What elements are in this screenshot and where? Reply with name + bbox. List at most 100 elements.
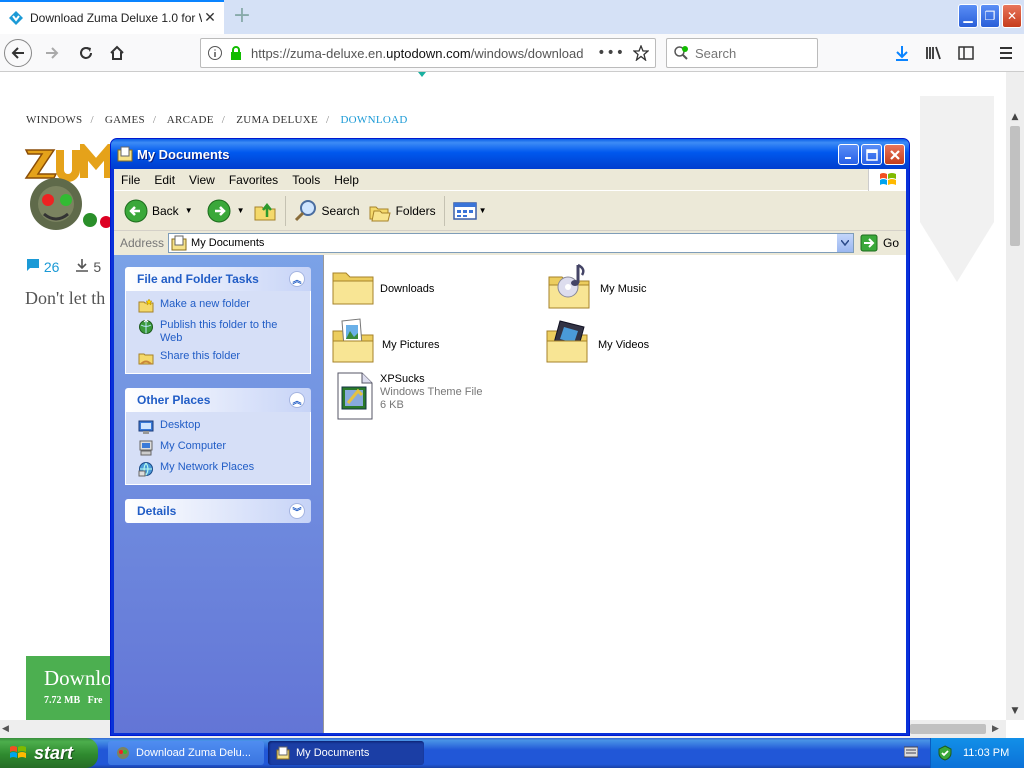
breadcrumb-arcade[interactable]: ARCADE: [167, 114, 214, 126]
expand-chevron-icon[interactable]: ︾: [289, 503, 305, 519]
address-input[interactable]: My Documents: [168, 233, 855, 253]
explorer-minimize-button[interactable]: [838, 144, 859, 165]
hamburger-menu-icon[interactable]: [996, 43, 1016, 63]
browser-tab[interactable]: Download Zuma Deluxe 1.0 for Windows ✕: [0, 0, 224, 34]
toolbar-separator: [443, 195, 445, 226]
file-xpsucks[interactable]: XPSucks Windows Theme File 6 KB: [336, 371, 483, 421]
my-computer-link[interactable]: My Computer: [138, 440, 302, 456]
restore-button[interactable]: ❐: [980, 4, 1000, 28]
windows-logo-icon: [868, 169, 906, 191]
security-shield-icon[interactable]: [937, 745, 953, 761]
search-button[interactable]: Search: [290, 194, 364, 228]
make-new-folder-link[interactable]: Make a new folder: [138, 298, 302, 314]
zuma-logo-icon: [24, 144, 112, 230]
globe-publish-icon: [139, 319, 153, 334]
menu-edit[interactable]: Edit: [147, 173, 182, 187]
menu-tools[interactable]: Tools: [285, 173, 327, 187]
library-icon[interactable]: [924, 43, 944, 63]
menu-favorites[interactable]: Favorites: [222, 173, 285, 187]
share-folder-icon: [138, 353, 154, 365]
menu-file[interactable]: File: [114, 173, 147, 187]
folders-button[interactable]: Folders: [364, 194, 440, 228]
views-dropdown-icon[interactable]: ▼: [479, 206, 487, 215]
tab-close-icon[interactable]: ✕: [202, 10, 218, 26]
page-tagline: Don't let th: [25, 288, 106, 308]
windows-flag-icon: [10, 746, 26, 758]
forward-arrow-icon[interactable]: [38, 39, 66, 67]
start-button[interactable]: start: [0, 738, 98, 768]
share-folder-link[interactable]: Share this folder: [138, 350, 302, 366]
explorer-maximize-button[interactable]: [861, 144, 882, 165]
go-button[interactable]: Go: [860, 234, 899, 252]
details-header[interactable]: Details ︾: [125, 499, 311, 523]
taskbar-item-browser[interactable]: Download Zuma Delu...: [108, 741, 264, 765]
breadcrumb-windows[interactable]: WINDOWS: [26, 114, 82, 126]
file-folder-tasks-header[interactable]: File and Folder Tasks ︽: [125, 267, 311, 291]
my-documents-task-icon: [276, 746, 290, 760]
horizontal-scroll-thumb[interactable]: [910, 724, 986, 734]
desktop-icon: [138, 420, 154, 434]
keyboard-icon[interactable]: [904, 746, 918, 758]
breadcrumb-games[interactable]: GAMES: [105, 114, 145, 126]
views-button[interactable]: ▼: [449, 194, 491, 228]
folder-my-videos[interactable]: My Videos: [546, 317, 649, 363]
folders-icon: [369, 206, 391, 221]
folder-downloads[interactable]: Downloads: [332, 267, 434, 305]
folder-my-pictures[interactable]: My Pictures: [332, 317, 439, 363]
explorer-window: My Documents File Edit View Favorites To…: [110, 138, 910, 736]
info-icon[interactable]: [207, 45, 223, 61]
music-folder-icon: [548, 263, 590, 309]
download-icon[interactable]: [892, 43, 912, 63]
reload-icon[interactable]: [72, 39, 100, 67]
download-count-icon: [76, 259, 89, 272]
folder-my-music[interactable]: My Music: [548, 263, 646, 309]
scroll-right-icon[interactable]: ▶: [992, 720, 999, 738]
views-icon: [452, 201, 477, 220]
url-bar[interactable]: https://zuma-deluxe.en.uptodown.com/wind…: [200, 38, 656, 68]
back-arrow-icon[interactable]: [4, 39, 32, 67]
menu-view[interactable]: View: [182, 173, 222, 187]
breadcrumb: WINDOWS / GAMES / ARCADE / ZUMA DELUXE / DOW…: [26, 114, 408, 126]
up-folder-button[interactable]: [249, 194, 281, 228]
address-label: Address: [120, 236, 165, 250]
forward-dropdown-icon[interactable]: ▼: [237, 206, 245, 215]
address-dropdown-icon[interactable]: [836, 234, 854, 252]
back-button[interactable]: Back ▼: [120, 194, 197, 228]
dropdown-caret-icon: [418, 72, 426, 77]
download-button[interactable]: Download 7.72 MB Fre: [26, 656, 132, 720]
collapse-chevron-icon[interactable]: ︽: [289, 392, 305, 408]
my-network-places-link[interactable]: My Network Places: [138, 461, 302, 477]
clock[interactable]: 11:03 PM: [963, 747, 1009, 759]
explorer-close-button[interactable]: [884, 144, 905, 165]
page-vertical-scrollbar[interactable]: ▲ ▼: [1006, 72, 1024, 720]
desktop-link[interactable]: Desktop: [138, 419, 302, 435]
download-button-label: Download: [44, 666, 132, 690]
search-input[interactable]: [695, 45, 805, 61]
window-controls: ▁ ❐ ✕: [958, 0, 1024, 28]
scroll-left-icon[interactable]: ◀: [2, 720, 9, 738]
publish-folder-link[interactable]: Publish this folder to the Web: [138, 319, 302, 345]
breadcrumb-zuma[interactable]: ZUMA DELUXE: [236, 114, 318, 126]
comments-count[interactable]: 26: [26, 258, 59, 275]
breadcrumb-download[interactable]: DOWNLOAD: [340, 114, 407, 126]
page-actions-icon[interactable]: •••: [597, 45, 625, 61]
new-tab-icon[interactable]: +: [230, 4, 254, 28]
sidebar-icon[interactable]: [956, 43, 976, 63]
comment-icon: [27, 259, 39, 271]
menu-help[interactable]: Help: [327, 173, 366, 187]
forward-button[interactable]: ▼: [203, 194, 249, 228]
explorer-titlebar[interactable]: My Documents: [111, 139, 909, 169]
scroll-up-icon[interactable]: ▲: [1006, 108, 1024, 126]
taskbar-item-my-documents[interactable]: My Documents: [268, 741, 424, 765]
collapse-chevron-icon[interactable]: ︽: [289, 271, 305, 287]
minimize-button[interactable]: ▁: [958, 4, 978, 28]
vertical-scroll-thumb[interactable]: [1010, 126, 1020, 246]
scroll-down-icon[interactable]: ▼: [1006, 702, 1024, 720]
close-button[interactable]: ✕: [1002, 4, 1022, 28]
other-places-header[interactable]: Other Places ︽: [125, 388, 311, 412]
address-folder-icon: [171, 235, 187, 251]
search-bar[interactable]: [666, 38, 818, 68]
home-icon[interactable]: [103, 39, 131, 67]
back-dropdown-icon[interactable]: ▼: [185, 206, 193, 215]
bookmark-star-icon[interactable]: [633, 45, 649, 61]
